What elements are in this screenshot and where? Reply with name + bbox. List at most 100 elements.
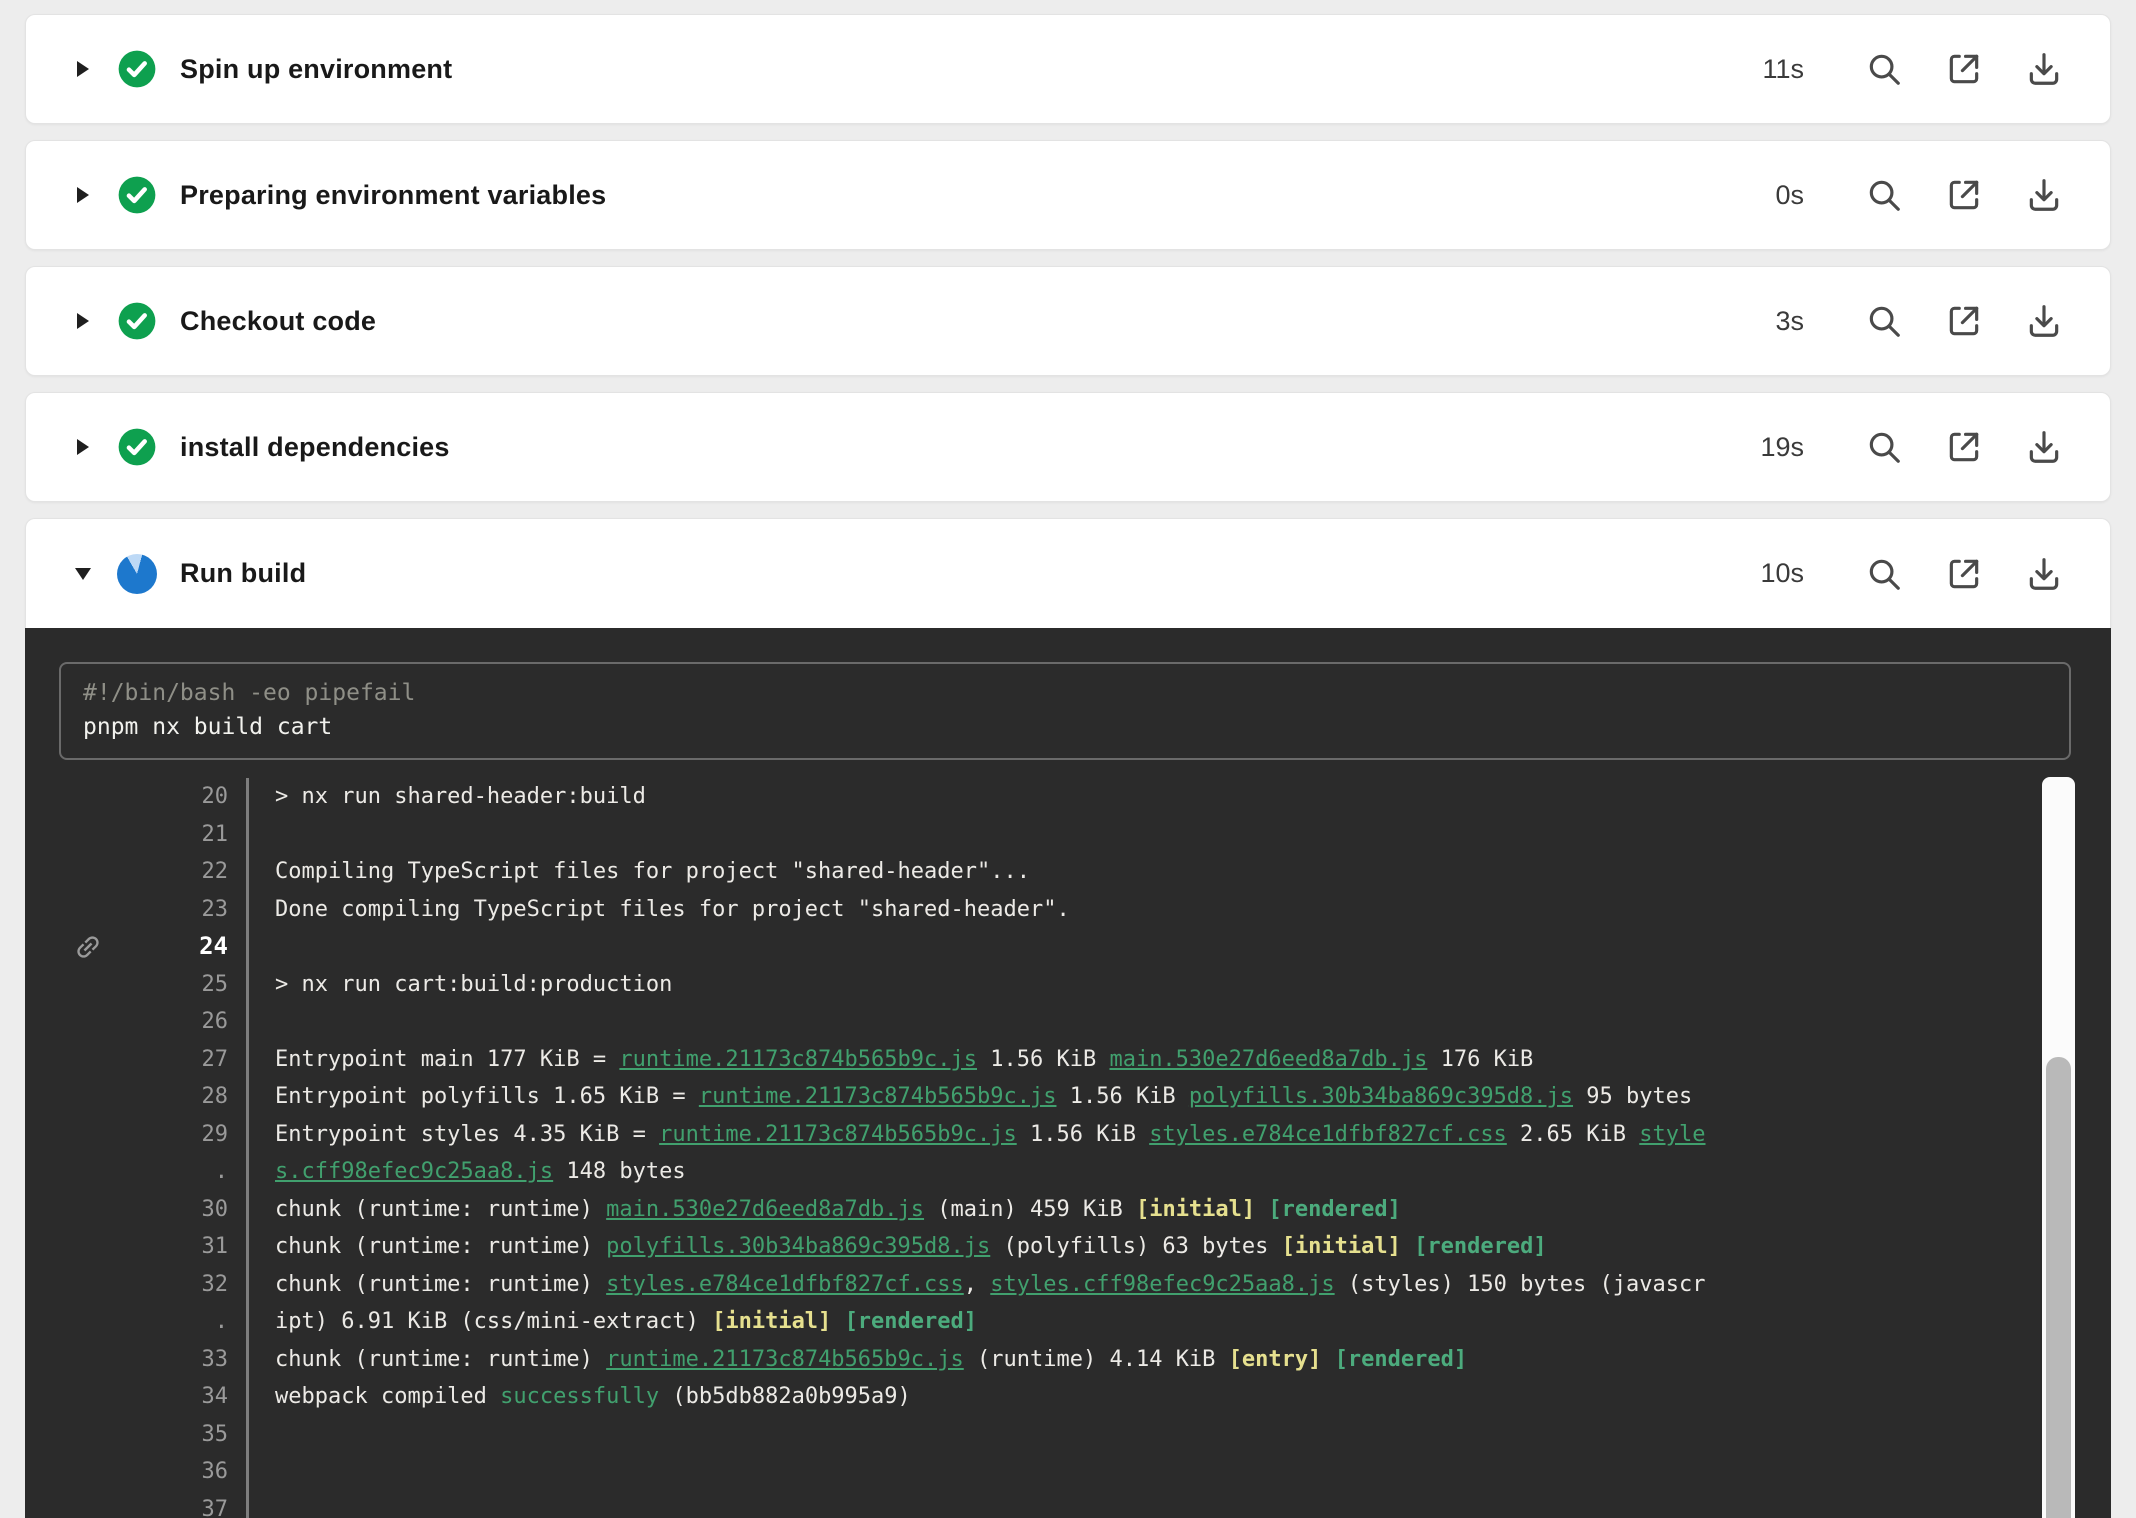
artifact-link[interactable]: style [1639,1122,1705,1147]
log-line-text: s.cff98efec9c25aa8.js 148 bytes [249,1153,2111,1191]
artifact-link[interactable]: polyfills.30b34ba869c395d8.js [606,1234,990,1259]
artifact-link[interactable]: runtime.21173c874b565b9c.js [619,1047,977,1072]
chevron-down-icon[interactable] [76,568,90,580]
download-icon [2025,555,2063,593]
step-row[interactable]: Run build10s [25,518,2111,628]
line-anchor-slot [25,1228,103,1266]
download-logs-button[interactable] [2004,555,2084,593]
search-logs-button[interactable] [1844,428,1924,466]
search-logs-button[interactable] [1844,302,1924,340]
line-number[interactable]: . [103,1303,228,1341]
artifact-link[interactable]: runtime.21173c874b565b9c.js [606,1347,964,1372]
search-icon [1865,555,1903,593]
line-number[interactable]: 29 [103,1116,228,1154]
line-number[interactable]: 28 [103,1078,228,1116]
log-line: 33chunk (runtime: runtime) runtime.21173… [25,1341,2111,1379]
log-text-segment: [rendered] [1414,1234,1546,1259]
download-icon [2025,176,2063,214]
search-logs-button[interactable] [1844,555,1924,593]
step-row[interactable]: install dependencies19s [25,392,2111,502]
line-number[interactable]: 30 [103,1191,228,1229]
artifact-link[interactable]: s.cff98efec9c25aa8.js [275,1159,553,1184]
line-number[interactable]: 21 [103,816,228,854]
line-number[interactable]: 24 [103,928,228,966]
terminal-scrollbar[interactable] [2042,777,2075,1518]
scrollbar-thumb[interactable] [2046,1057,2071,1518]
step-duration: 10s [1760,558,1804,589]
step-duration: 0s [1775,180,1804,211]
log-text-segment [1255,1197,1268,1222]
line-number[interactable]: 25 [103,966,228,1004]
log-text-segment: 95 bytes [1573,1084,1692,1109]
open-icon [1945,428,1983,466]
running-status-icon [116,553,158,595]
log-text-segment: 176 KiB [1427,1047,1533,1072]
chevron-right-icon[interactable] [76,61,90,77]
open-in-new-button[interactable] [1924,176,2004,214]
artifact-link[interactable]: styles.e784ce1dfbf827cf.css [606,1272,964,1297]
line-number[interactable]: 22 [103,853,228,891]
artifact-link[interactable]: main.530e27d6eed8a7db.js [1109,1047,1427,1072]
line-number[interactable]: 32 [103,1266,228,1304]
open-in-new-button[interactable] [1924,428,2004,466]
search-logs-button[interactable] [1844,176,1924,214]
artifact-link[interactable]: runtime.21173c874b565b9c.js [659,1122,1017,1147]
line-number[interactable]: 31 [103,1228,228,1266]
open-icon [1945,302,1983,340]
artifact-link[interactable]: main.530e27d6eed8a7db.js [606,1197,924,1222]
step-row[interactable]: Checkout code3s [25,266,2111,376]
log-line: 24 [25,928,2111,966]
log-text-segment: webpack compiled [275,1384,500,1409]
log-text-segment: 1.56 KiB [977,1047,1109,1072]
chevron-right-icon[interactable] [76,439,90,455]
line-number[interactable]: 20 [103,778,228,816]
line-number[interactable]: 35 [103,1416,228,1454]
line-number[interactable]: . [103,1153,228,1191]
download-logs-button[interactable] [2004,428,2084,466]
line-number[interactable]: 36 [103,1453,228,1491]
chevron-right-icon[interactable] [76,187,90,203]
step-row[interactable]: Preparing environment variables0s [25,140,2111,250]
search-icon [1865,302,1903,340]
chevron-right-icon[interactable] [76,313,90,329]
line-anchor-slot [25,1078,103,1116]
log-line-text: Entrypoint main 177 KiB = runtime.21173c… [249,1041,2111,1079]
log-line: .ipt) 6.91 KiB (css/mini-extract) [initi… [25,1303,2111,1341]
log-text-segment: [entry] [1229,1347,1322,1372]
open-in-new-button[interactable] [1924,555,2004,593]
search-icon [1865,176,1903,214]
download-logs-button[interactable] [2004,50,2084,88]
download-icon [2025,50,2063,88]
log-text-segment: (bb5db882a0b995a9) [659,1384,911,1409]
log-line: 20 > nx run shared-header:build [25,778,2111,816]
line-number[interactable]: 26 [103,1003,228,1041]
search-icon [1865,50,1903,88]
log-line-text [249,928,2111,966]
line-anchor-link-icon[interactable] [25,928,103,966]
artifact-link[interactable]: styles.e784ce1dfbf827cf.css [1149,1122,1507,1147]
line-number[interactable]: 27 [103,1041,228,1079]
log-line-text: Compiling TypeScript files for project "… [249,853,2111,891]
step-label: install dependencies [180,432,450,463]
download-logs-button[interactable] [2004,176,2084,214]
artifact-link[interactable]: runtime.21173c874b565b9c.js [699,1084,1057,1109]
artifact-link[interactable]: polyfills.30b34ba869c395d8.js [1189,1084,1573,1109]
download-logs-button[interactable] [2004,302,2084,340]
line-anchor-slot [25,1041,103,1079]
log-line: 34webpack compiled successfully (bb5db88… [25,1378,2111,1416]
open-in-new-button[interactable] [1924,50,2004,88]
line-anchor-slot [25,1191,103,1229]
step-row[interactable]: Spin up environment11s [25,14,2111,124]
log-text-segment: [initial] [1282,1234,1401,1259]
line-number[interactable]: 23 [103,891,228,929]
line-number[interactable]: 33 [103,1341,228,1379]
search-logs-button[interactable] [1844,50,1924,88]
line-number[interactable]: 34 [103,1378,228,1416]
artifact-link[interactable]: styles.cff98efec9c25aa8.js [990,1272,1334,1297]
log-text-segment: > nx run shared-header:build [275,784,646,809]
download-icon [2025,302,2063,340]
open-in-new-button[interactable] [1924,302,2004,340]
open-icon [1945,50,1983,88]
log-text-segment: chunk (runtime: runtime) [275,1197,606,1222]
line-anchor-slot [25,966,103,1004]
